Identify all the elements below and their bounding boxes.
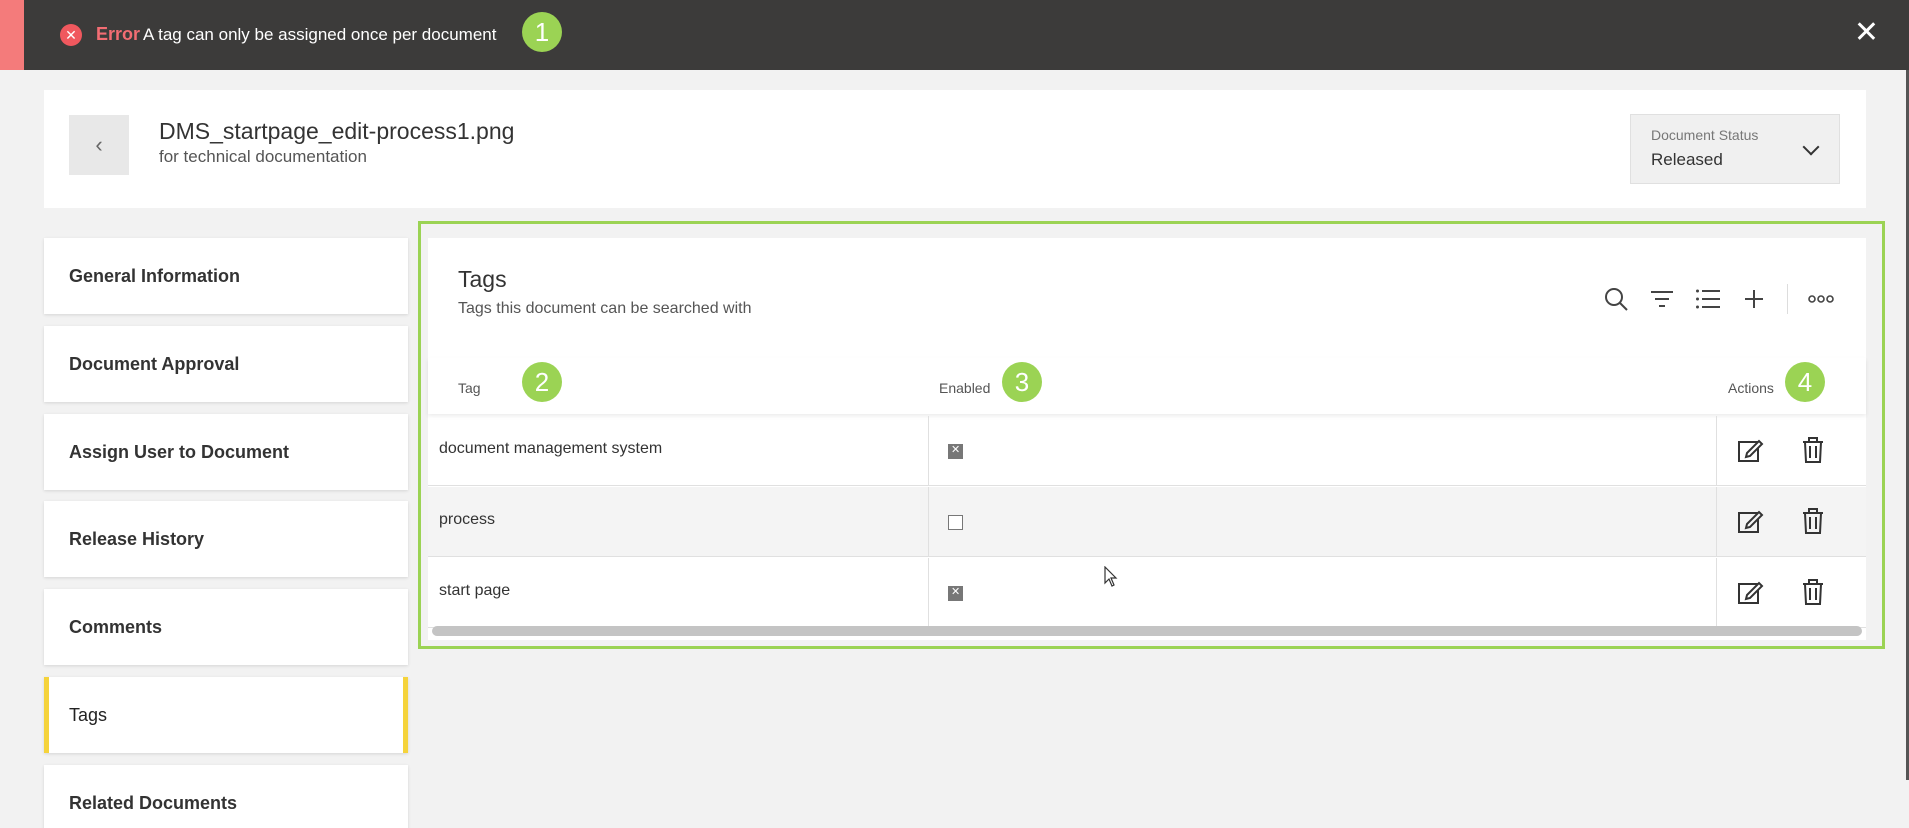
chevron-down-icon: [1802, 138, 1820, 156]
filter-icon: [1651, 291, 1673, 307]
sidebar-item-tags[interactable]: Tags: [44, 677, 408, 753]
error-icon: ✕: [60, 24, 82, 46]
edit-icon[interactable]: [1736, 578, 1764, 606]
edit-icon[interactable]: [1736, 436, 1764, 464]
sidebar-item-assign-user[interactable]: Assign User to Document: [44, 414, 408, 490]
tags-panel: Tags Tags this document can be searched …: [428, 238, 1866, 640]
enabled-checkbox[interactable]: [948, 443, 963, 459]
column-divider: [928, 487, 929, 557]
tag-cell: start page: [439, 582, 511, 599]
column-divider: [928, 558, 929, 628]
step-marker-1: 1: [522, 12, 562, 52]
error-banner: ✕ Error A tag can only be assigned once …: [0, 0, 1909, 70]
tag-cell: document management system: [439, 440, 663, 457]
document-title: DMS_startpage_edit-process1.png: [159, 118, 515, 144]
mouse-cursor-icon: [1104, 566, 1118, 587]
edit-icon[interactable]: [1736, 507, 1764, 535]
back-button[interactable]: ‹: [69, 115, 129, 175]
column-header-tag[interactable]: Tag: [458, 380, 481, 396]
enabled-checkbox[interactable]: [948, 515, 963, 530]
add-button[interactable]: [1731, 283, 1777, 315]
error-message: A tag can only be assigned once per docu…: [143, 25, 497, 44]
more-icon: [1808, 295, 1834, 303]
status-label: Document Status: [1651, 127, 1759, 143]
list-icon: [1696, 289, 1720, 309]
table-row: process: [428, 487, 1866, 557]
table-row: start page: [428, 558, 1866, 628]
sidebar-item-related-documents[interactable]: Related Documents: [44, 765, 408, 828]
step-marker-3: 3: [1002, 362, 1042, 402]
table-row: document management system: [428, 416, 1866, 486]
column-header-actions: Actions: [1728, 380, 1774, 396]
trash-icon[interactable]: [1799, 436, 1827, 464]
panel-subtitle: Tags this document can be searched with: [458, 300, 752, 317]
more-options-button[interactable]: [1798, 283, 1844, 315]
toolbar-divider: [1787, 284, 1788, 314]
sidebar-item-general-information[interactable]: General Information: [44, 238, 408, 314]
column-header-enabled[interactable]: Enabled: [939, 380, 990, 396]
sidebar-item-release-history[interactable]: Release History: [44, 501, 408, 577]
step-marker-4: 4: [1785, 362, 1825, 402]
banner-stripe: [0, 0, 24, 70]
document-header: ‹ DMS_startpage_edit-process1.png for te…: [44, 90, 1866, 208]
trash-icon[interactable]: [1799, 507, 1827, 535]
trash-icon[interactable]: [1799, 578, 1827, 606]
search-button[interactable]: [1593, 283, 1639, 315]
filter-button[interactable]: [1639, 283, 1685, 315]
sidebar-item-comments[interactable]: Comments: [44, 589, 408, 665]
search-icon: [1605, 288, 1628, 311]
plus-icon: [1745, 290, 1763, 308]
status-value: Released: [1651, 150, 1723, 169]
panel-title: Tags: [458, 266, 507, 292]
error-label: Error: [96, 24, 141, 44]
sidebar-item-document-approval[interactable]: Document Approval: [44, 326, 408, 402]
horizontal-scrollbar[interactable]: [432, 626, 1862, 636]
panel-toolbar: [1593, 283, 1844, 315]
document-status-select[interactable]: Document Status Released: [1630, 114, 1840, 184]
list-view-button[interactable]: [1685, 283, 1731, 315]
step-marker-2: 2: [522, 362, 562, 402]
close-icon[interactable]: ✕: [1854, 18, 1879, 48]
chevron-left-icon: ‹: [95, 132, 103, 157]
column-divider: [1716, 487, 1717, 557]
table-header: Tag Enabled Actions: [428, 358, 1866, 414]
tag-cell: process: [439, 511, 496, 528]
column-divider: [1716, 416, 1717, 486]
enabled-checkbox[interactable]: [948, 585, 963, 601]
column-divider: [928, 416, 929, 486]
document-subtitle: for technical documentation: [159, 147, 367, 166]
column-divider: [1716, 558, 1717, 628]
